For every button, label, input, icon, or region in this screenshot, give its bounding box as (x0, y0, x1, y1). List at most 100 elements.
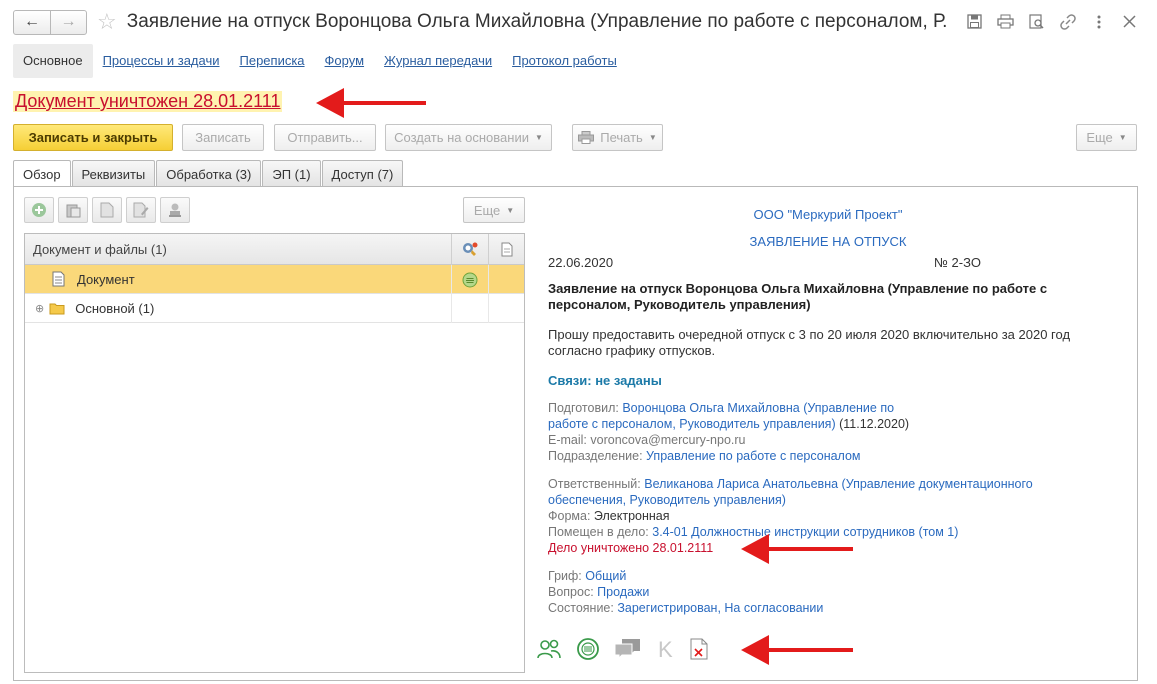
prepared-name-link-2[interactable]: работе с персоналом, Руководитель управл… (548, 417, 836, 431)
approval-seal-icon[interactable] (576, 637, 600, 661)
save-and-close-button[interactable]: Записать и закрыть (13, 124, 173, 151)
responsible-link[interactable]: Великанова Лариса Анатольевна (Управлени… (644, 477, 1032, 491)
section-correspondence[interactable]: Переписка (230, 44, 315, 78)
chevron-down-icon: ▼ (506, 205, 515, 215)
signature-column-header[interactable] (451, 234, 488, 265)
favorite-star-icon[interactable]: ☆ (97, 11, 117, 33)
stamp-icon (169, 203, 181, 217)
dept-label: Подразделение: (548, 449, 643, 463)
case-destroyed-note: Дело уничтожено 28.01.2111 (548, 541, 714, 555)
grif-label: Гриф: (548, 569, 582, 583)
doc-date: 22.06.2020 (548, 255, 614, 270)
comments-icon[interactable] (614, 637, 642, 661)
file-icon (501, 242, 513, 257)
signature-seal-icon (463, 242, 478, 256)
state-link[interactable]: Зарегистрирован, На согласовании (617, 601, 823, 615)
link-icon[interactable] (1058, 12, 1077, 31)
section-main[interactable]: Основное (13, 44, 93, 78)
add-file-button[interactable] (24, 197, 54, 223)
dept-row: Подразделение: Управление по работе с пе… (548, 449, 861, 463)
email-row: E-mail: voroncova@mercury-npo.ru (548, 433, 746, 447)
chevron-down-icon: ▼ (534, 133, 543, 142)
edit-document-button[interactable] (126, 197, 156, 223)
tab-overview[interactable]: Обзор (13, 160, 71, 188)
control-k-icon[interactable]: K (656, 637, 676, 661)
email-value: voroncova@mercury-npo.ru (590, 433, 746, 447)
form-label: Форма: (548, 509, 591, 523)
print-button[interactable]: Печать ▼ (572, 124, 663, 151)
annotation-arrow-top (316, 88, 426, 118)
doc-type-link[interactable]: ЗАЯВЛЕНИЕ НА ОТПУСК (548, 234, 1108, 249)
dept-link[interactable]: Управление по работе с персоналом (646, 449, 860, 463)
doc-subject-line1: Заявление на отпуск Воронцова Ольга Миха… (548, 281, 1048, 296)
doc-number: № 2-ЗО (934, 255, 981, 270)
new-document-button[interactable] (92, 197, 122, 223)
links-status[interactable]: Связи: не заданы (548, 373, 662, 388)
destroyed-file-icon[interactable] (690, 638, 708, 660)
section-work-protocol[interactable]: Протокол работы (502, 44, 627, 78)
tab-access[interactable]: Доступ (7) (321, 160, 404, 187)
tab-strip: Обзор Реквизиты Обработка (3) ЭП (1) Дос… (13, 160, 404, 188)
edit-document-icon (133, 202, 149, 218)
tab-signatures[interactable]: ЭП (1) (262, 160, 321, 187)
file-cell (488, 294, 525, 323)
responsible-link-2[interactable]: обеспечения, Руководитель управления) (548, 493, 786, 507)
print-label: Печать (600, 130, 643, 145)
org-name-link[interactable]: ООО "Меркурий Проект" (548, 207, 1108, 222)
stamp-button[interactable] (160, 197, 190, 223)
doc-body-line1: Прошу предоставить очередной отпуск с 3 … (548, 327, 1071, 342)
command-bar: Записать и закрыть Записать Отправить...… (13, 124, 1137, 151)
title-tools (965, 12, 1139, 31)
more-actions-button[interactable]: Еще ▼ (1076, 124, 1137, 151)
print-icon[interactable] (996, 12, 1015, 31)
forward-button[interactable]: → (50, 10, 86, 34)
question-link[interactable]: Продажи (597, 585, 649, 599)
tree-row-main-folder[interactable]: ⊕ Основной (1) (25, 294, 524, 323)
document-status-icons: K (536, 637, 708, 661)
document-icon (100, 202, 114, 218)
more-vertical-icon[interactable] (1089, 12, 1108, 31)
section-transfer-log[interactable]: Журнал передачи (374, 44, 502, 78)
save-disk-icon[interactable] (965, 12, 984, 31)
preview-icon[interactable] (1027, 12, 1046, 31)
prepared-row-2: работе с персоналом, Руководитель управл… (548, 417, 909, 431)
signature-cell (451, 265, 488, 294)
prepared-label: Подготовил: (548, 401, 619, 415)
create-based-on-button[interactable]: Создать на основании ▼ (385, 124, 552, 151)
email-label: E-mail: (548, 433, 587, 447)
file-column-header[interactable] (488, 234, 525, 265)
close-icon[interactable] (1120, 12, 1139, 31)
svg-text:K: K (658, 637, 673, 661)
responsible-label: Ответственный: (548, 477, 641, 491)
approval-seal-icon (462, 272, 478, 287)
files-more-button[interactable]: Еще ▼ (463, 197, 525, 223)
tree-row-document-label: Документ (77, 271, 135, 287)
tab-processing[interactable]: Обработка (3) (156, 160, 262, 187)
overview-panel: Еще ▼ Документ и файлы (1) Документ ⊕ Осн… (13, 186, 1138, 681)
more-label: Еще (1086, 130, 1113, 145)
tree-row-document[interactable]: Документ (25, 265, 524, 294)
grif-row: Гриф: Общий (548, 569, 626, 583)
back-button[interactable]: ← (14, 11, 50, 34)
history-nav: ← → (13, 9, 87, 35)
grif-link[interactable]: Общий (585, 569, 626, 583)
signature-cell (451, 294, 488, 323)
document-icon (52, 271, 65, 287)
section-forum[interactable]: Форум (315, 44, 375, 78)
expand-plus-icon[interactable]: ⊕ (35, 302, 44, 315)
send-button[interactable]: Отправить... (274, 124, 376, 151)
annotation-arrow-case (741, 534, 853, 564)
state-row: Состояние: Зарегистрирован, На согласова… (548, 601, 823, 615)
save-button[interactable]: Записать (182, 124, 264, 151)
save-and-close-label: Записать и закрыть (28, 130, 158, 145)
files-more-label: Еще (473, 202, 501, 218)
document-destroyed-banner[interactable]: Документ уничтожен 28.01.2111 (13, 91, 283, 112)
section-processes[interactable]: Процессы и задачи (93, 44, 230, 78)
case-link[interactable]: 3.4-01 Должностные инструкции сотруднико… (652, 525, 958, 539)
files-tree: Документ и файлы (1) Документ ⊕ Основной… (24, 233, 525, 673)
prepared-name-link[interactable]: Воронцова Ольга Михайловна (Управление п… (622, 401, 894, 415)
paste-button[interactable] (58, 197, 88, 223)
participants-icon[interactable] (536, 638, 562, 660)
window-title: Заявление на отпуск Воронцова Ольга Миха… (126, 11, 947, 32)
tab-requisites[interactable]: Реквизиты (71, 160, 156, 187)
